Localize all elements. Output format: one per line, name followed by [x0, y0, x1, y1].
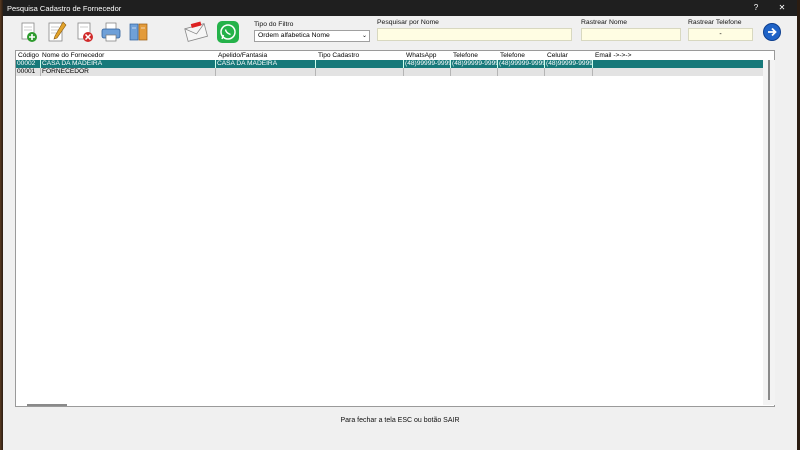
search-name-label: Pesquisar por Nome [377, 19, 439, 26]
help-button[interactable]: ? [749, 2, 763, 14]
cell-whatsapp: (48)99999-9999 [405, 60, 451, 68]
table-row[interactable]: 00001 FORNECEDOR [16, 68, 774, 76]
table-row[interactable]: 00002 CASA DA MADEIRA CASA DA MADEIRA (4… [16, 60, 774, 68]
chevron-down-icon: ⌄ [361, 33, 367, 39]
column-header[interactable]: Código [18, 52, 39, 59]
print-button[interactable] [99, 20, 123, 44]
filter-type-label: Tipo do Filtro [254, 21, 294, 28]
add-icon [21, 22, 37, 42]
column-header[interactable]: Tipo Cadastro [318, 52, 359, 59]
vertical-scrollbar[interactable] [763, 60, 775, 405]
edit-icon [48, 21, 67, 42]
supplier-grid: Código Nome do Fornecedor Apelido/Fantas… [15, 50, 775, 407]
delete-icon [77, 22, 93, 42]
cell-mobile: (48)99999-9999 [546, 60, 593, 68]
column-header[interactable]: Celular [547, 52, 568, 59]
track-phone-input[interactable]: - [688, 28, 753, 41]
email-button[interactable] [183, 20, 209, 44]
column-header[interactable]: Nome do Fornecedor [42, 52, 104, 59]
add-button[interactable] [17, 20, 41, 44]
vertical-scroll-thumb[interactable] [768, 60, 770, 400]
export-icon [129, 23, 148, 41]
close-button[interactable]: ✕ [775, 2, 789, 14]
edit-button[interactable] [45, 20, 69, 44]
cell-phone2 [498, 68, 545, 76]
whatsapp-button[interactable] [216, 20, 240, 44]
cell-code: 00002 [16, 60, 41, 68]
delete-button[interactable] [73, 20, 97, 44]
column-header[interactable]: Apelido/Fantasia [218, 52, 267, 59]
cell-type [316, 68, 404, 76]
whatsapp-icon [217, 21, 239, 43]
track-phone-label: Rastrear Telefone [688, 19, 742, 26]
filter-type-select[interactable]: Ordem alfabetica Nome ⌄ [254, 30, 370, 42]
supplier-search-window: Pesquisa Cadastro de Fornecedor ? ✕ Tipo… [3, 0, 797, 450]
cell-nickname: CASA DA MADEIRA [216, 60, 316, 68]
cell-email [593, 68, 774, 76]
cell-phone1: (48)99999-9999 [452, 60, 498, 68]
search-go-button[interactable] [763, 23, 781, 41]
export-button[interactable] [127, 20, 151, 44]
email-icon [184, 21, 208, 42]
cell-type [316, 60, 404, 68]
column-header[interactable]: WhatsApp [406, 52, 436, 59]
cell-phone1 [451, 68, 498, 76]
cell-mobile [545, 68, 593, 76]
column-header[interactable]: Email ->->-> [595, 52, 631, 59]
column-header[interactable]: Telefone [500, 52, 525, 59]
cell-whatsapp [404, 68, 451, 76]
cell-phone2: (48)99999-9999 [499, 60, 545, 68]
horizontal-scroll-thumb[interactable] [27, 404, 67, 406]
cell-email [593, 60, 774, 68]
column-header[interactable]: Telefone [453, 52, 478, 59]
cell-name: FORNECEDOR [41, 68, 216, 76]
cell-nickname [216, 68, 316, 76]
footer-hint: Para fechar a tela ESC ou botão SAIR [340, 417, 460, 424]
track-name-input[interactable] [581, 28, 681, 41]
track-name-label: Rastrear Nome [581, 19, 628, 26]
print-icon [101, 22, 121, 42]
cell-name: CASA DA MADEIRA [41, 60, 216, 68]
filter-type-value: Ordem alfabetica Nome [258, 32, 330, 39]
title-bar: Pesquisa Cadastro de Fornecedor ? ✕ [3, 0, 797, 16]
window-title: Pesquisa Cadastro de Fornecedor [7, 4, 122, 13]
arrow-right-icon [768, 27, 777, 37]
cell-code: 00001 [16, 68, 41, 76]
search-name-input[interactable] [377, 28, 572, 41]
